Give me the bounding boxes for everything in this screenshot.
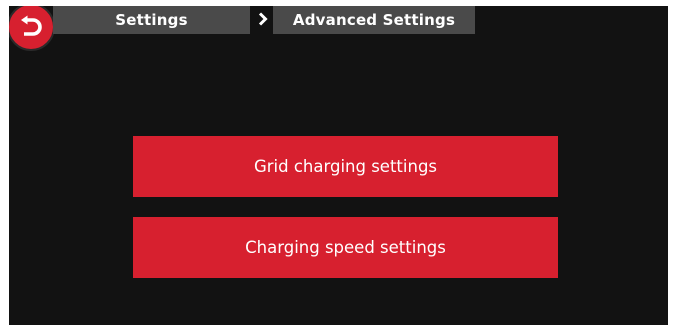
chevron-right-icon: [258, 11, 268, 30]
back-arrow-icon: [18, 15, 44, 39]
grid-charging-settings-label: Grid charging settings: [253, 157, 438, 176]
grid-charging-settings-button[interactable]: Grid charging settings: [133, 136, 558, 197]
page-title: Advanced Settings: [292, 11, 456, 29]
charging-speed-settings-button[interactable]: Charging speed settings: [133, 217, 558, 278]
breadcrumb-separator: [256, 6, 270, 34]
breadcrumb-advanced-settings: Advanced Settings: [273, 6, 475, 34]
back-button[interactable]: [9, 6, 55, 51]
advanced-settings-screen: Settings Advanced Settings Grid charging…: [9, 6, 668, 325]
charging-speed-settings-label: Charging speed settings: [245, 238, 446, 257]
breadcrumb-settings[interactable]: Settings: [53, 6, 250, 34]
breadcrumb-settings-label: Settings: [115, 11, 188, 29]
